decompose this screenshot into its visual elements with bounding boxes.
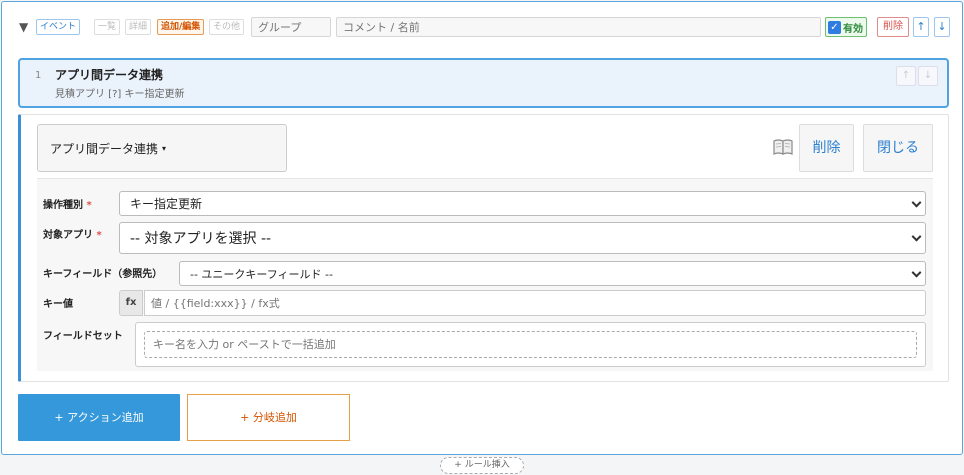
group-input[interactable] <box>251 17 331 37</box>
rule-card: ▼ イベント 一覧 詳細 追加/編集 その他 ✓ 有効 削除 ↑ ↓ 1 アプリ… <box>1 1 963 455</box>
checkbox-checked-icon[interactable]: ✓ <box>828 20 841 34</box>
book-icon[interactable] <box>773 138 793 156</box>
chevron-down-icon <box>911 231 922 242</box>
action-summary-row[interactable]: 1 アプリ間データ連携 見積アプリ [?] キー指定更新 ↑ ↓ <box>18 58 949 108</box>
close-editor-button[interactable]: 閉じる <box>863 124 933 172</box>
tag-add-edit[interactable]: 追加/編集 <box>157 19 205 35</box>
tag-other[interactable]: その他 <box>209 19 245 35</box>
move-action-up-button[interactable]: ↑ <box>896 66 916 86</box>
tag-list[interactable]: 一覧 <box>94 19 121 35</box>
rule-header: ▼ イベント 一覧 詳細 追加/編集 その他 ✓ 有効 削除 ↑ ↓ <box>2 2 962 54</box>
caret-down-icon: ▾ <box>162 143 167 153</box>
key-field-value: -- ユニークキーフィールド -- <box>190 267 333 281</box>
key-field-label: キーフィールド（参照先） <box>43 269 163 280</box>
enabled-label: 有効 <box>843 23 863 35</box>
action-title: アプリ間データ連携 <box>55 68 164 82</box>
action-index: 1 <box>35 70 42 81</box>
move-action-down-button[interactable]: ↓ <box>918 66 938 86</box>
insert-rule-button[interactable]: + ルール挿入 <box>440 457 524 474</box>
chevron-down-icon <box>911 197 922 208</box>
key-value-input[interactable] <box>144 290 926 316</box>
operation-type-value: キー指定更新 <box>130 197 203 211</box>
fx-button[interactable]: fx <box>119 290 143 316</box>
target-app-value: -- 対象アプリを選択 -- <box>130 231 272 247</box>
move-rule-down-button[interactable]: ↓ <box>934 17 950 37</box>
action-subtitle: 見積アプリ [?] キー指定更新 <box>55 89 185 100</box>
delete-rule-button[interactable]: 削除 <box>877 17 909 37</box>
tag-event[interactable]: イベント <box>36 19 81 35</box>
key-field-select[interactable]: -- ユニークキーフィールド -- <box>179 261 926 286</box>
comment-input[interactable] <box>336 17 821 37</box>
fieldset-box <box>135 322 926 367</box>
key-value-label: キー値 <box>43 299 73 310</box>
delete-action-button[interactable]: 削除 <box>799 124 854 172</box>
add-action-button[interactable]: + アクション追加 <box>18 394 180 441</box>
action-type-label: アプリ間データ連携 <box>50 141 159 156</box>
operation-type-select[interactable]: キー指定更新 <box>119 191 926 216</box>
move-rule-up-button[interactable]: ↑ <box>913 17 929 37</box>
add-branch-button[interactable]: + 分岐追加 <box>187 394 350 441</box>
fieldset-label: フィールドセット <box>43 331 123 342</box>
target-app-label: 対象アプリ * <box>43 230 102 241</box>
action-form: 操作種別 * キー指定更新 対象アプリ * -- 対象アプリを選択 -- キーフ… <box>37 178 933 371</box>
action-editor-panel: アプリ間データ連携 ▾ 削除 閉じる 操作種別 * キー指定更新 対象アプリ *… <box>18 114 949 382</box>
target-app-select[interactable]: -- 対象アプリを選択 -- <box>119 222 926 254</box>
chevron-down-icon <box>911 267 922 278</box>
enabled-toggle[interactable]: ✓ 有効 <box>825 17 867 37</box>
tag-detail[interactable]: 詳細 <box>125 19 152 35</box>
operation-type-label: 操作種別 * <box>43 200 92 211</box>
collapse-toggle-icon[interactable]: ▼ <box>19 19 28 35</box>
fieldset-key-input[interactable] <box>144 331 917 358</box>
action-type-dropdown[interactable]: アプリ間データ連携 ▾ <box>37 124 287 172</box>
